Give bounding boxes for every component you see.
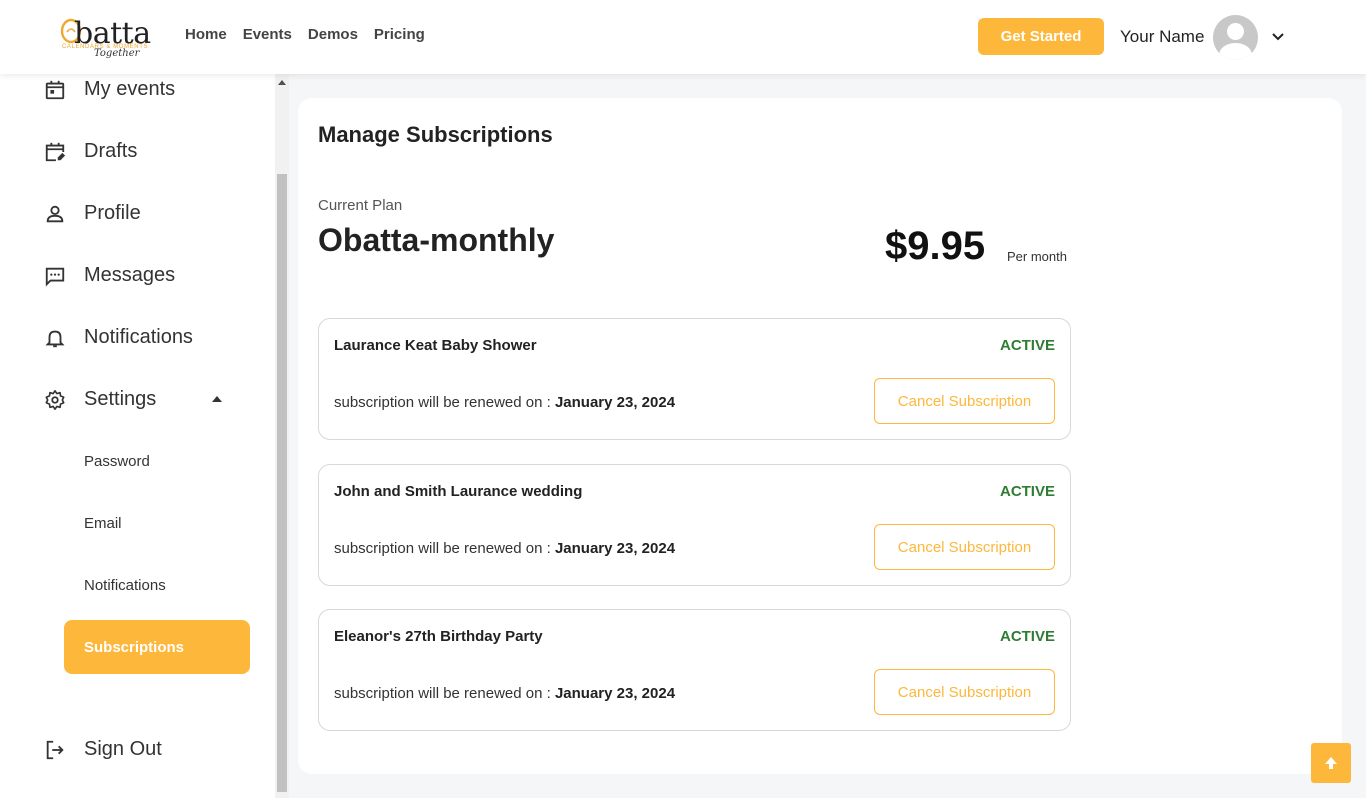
avatar-body-shape xyxy=(1219,43,1252,60)
gear-icon xyxy=(45,389,65,410)
cancel-subscription-button[interactable]: Cancel Subscription xyxy=(874,378,1055,424)
calendar-edit-icon xyxy=(45,142,66,161)
sidebar-item-sign-out[interactable]: Sign Out xyxy=(44,738,162,761)
subscription-card: Eleanor's 27th Birthday Party ACTIVE sub… xyxy=(318,609,1071,731)
sidebar-item-notifications[interactable]: Notifications xyxy=(44,326,193,349)
settings-sub-notifications[interactable]: Notifications xyxy=(84,577,166,594)
cancel-subscription-button[interactable]: Cancel Subscription xyxy=(874,524,1055,570)
nav-events[interactable]: Events xyxy=(243,26,292,43)
sidebar: My events Drafts Profile Messages Notifi… xyxy=(0,74,275,798)
renewal-prefix: subscription will be renewed on : xyxy=(334,394,555,411)
sidebar-item-label: Profile xyxy=(84,202,141,224)
manage-subscriptions-panel: Manage Subscriptions Current Plan Obatta… xyxy=(298,98,1342,774)
renewal-text: subscription will be renewed on : Januar… xyxy=(334,540,675,557)
renewal-text: subscription will be renewed on : Januar… xyxy=(334,394,675,411)
sidebar-item-label: Drafts xyxy=(84,140,138,162)
status-badge: ACTIVE xyxy=(999,628,1055,645)
sidebar-item-label: Settings xyxy=(84,388,157,410)
chevron-down-icon[interactable] xyxy=(1271,30,1285,44)
scroll-to-top-button[interactable] xyxy=(1311,743,1351,783)
user-name[interactable]: Your Name xyxy=(1120,27,1204,47)
plan-price: $9.95 xyxy=(885,224,986,268)
current-plan-label: Current Plan xyxy=(318,197,403,214)
subscription-card: Laurance Keat Baby Shower ACTIVE subscri… xyxy=(318,318,1071,440)
subscription-name: Eleanor's 27th Birthday Party xyxy=(334,628,543,645)
nav-demos[interactable]: Demos xyxy=(308,26,358,43)
nav-home[interactable]: Home xyxy=(185,26,227,43)
subscription-card: John and Smith Laurance wedding ACTIVE s… xyxy=(318,464,1071,586)
avatar[interactable] xyxy=(1213,15,1258,60)
subscription-name: John and Smith Laurance wedding xyxy=(334,483,583,500)
settings-sub-password[interactable]: Password xyxy=(84,453,150,470)
renewal-date: January 23, 2024 xyxy=(554,540,676,557)
sidebar-item-messages[interactable]: Messages xyxy=(44,264,175,287)
arrow-up-icon xyxy=(1325,757,1337,769)
caret-up-icon[interactable] xyxy=(212,396,222,402)
avatar-head-shape xyxy=(1227,23,1244,40)
scroll-up-arrow-icon[interactable] xyxy=(278,80,286,85)
settings-sub-email[interactable]: Email xyxy=(84,515,122,532)
sidebar-item-drafts[interactable]: Drafts xyxy=(44,140,137,163)
scroll-thumb[interactable] xyxy=(277,174,287,792)
sidebar-item-label: Messages xyxy=(84,264,176,286)
bell-icon xyxy=(45,330,65,347)
main-nav: Home Events Demos Pricing xyxy=(185,26,425,43)
logo-script: Together xyxy=(94,48,140,59)
sidebar-item-label: Notifications xyxy=(84,326,193,348)
status-badge: ACTIVE xyxy=(999,337,1055,354)
sidebar-item-label: Sign Out xyxy=(84,738,162,760)
nav-pricing[interactable]: Pricing xyxy=(374,26,425,43)
get-started-button[interactable]: Get Started xyxy=(978,18,1104,55)
obatta-logo[interactable]: batta CALENDARS & MOMENTS Together xyxy=(60,14,160,64)
price-period: Per month xyxy=(1007,249,1067,264)
sidebar-scrollbar[interactable] xyxy=(275,74,289,798)
current-plan-name: Obatta-monthly xyxy=(318,222,555,258)
sidebar-item-profile[interactable]: Profile xyxy=(44,202,141,225)
sidebar-item-label: My events xyxy=(84,78,176,100)
message-icon xyxy=(45,267,65,286)
calendar-icon xyxy=(45,80,65,99)
subscription-name: Laurance Keat Baby Shower xyxy=(334,337,537,354)
status-badge: ACTIVE xyxy=(999,483,1055,500)
renewal-text: subscription will be renewed on : Januar… xyxy=(334,685,675,702)
sidebar-item-settings[interactable]: Settings xyxy=(44,388,156,411)
person-icon xyxy=(46,205,64,222)
page-title: Manage Subscriptions xyxy=(318,122,553,147)
top-header: batta CALENDARS & MOMENTS Together Home … xyxy=(0,0,1366,74)
sidebar-item-my-events[interactable]: My events xyxy=(44,78,175,101)
renewal-date: January 23, 2024 xyxy=(554,394,676,411)
sign-out-icon xyxy=(46,740,64,759)
cancel-subscription-button[interactable]: Cancel Subscription xyxy=(874,669,1055,715)
settings-sub-subscriptions[interactable]: Subscriptions xyxy=(64,620,250,674)
renewal-prefix: subscription will be renewed on : xyxy=(334,685,555,702)
renewal-prefix: subscription will be renewed on : xyxy=(334,540,555,557)
renewal-date: January 23, 2024 xyxy=(554,685,676,702)
